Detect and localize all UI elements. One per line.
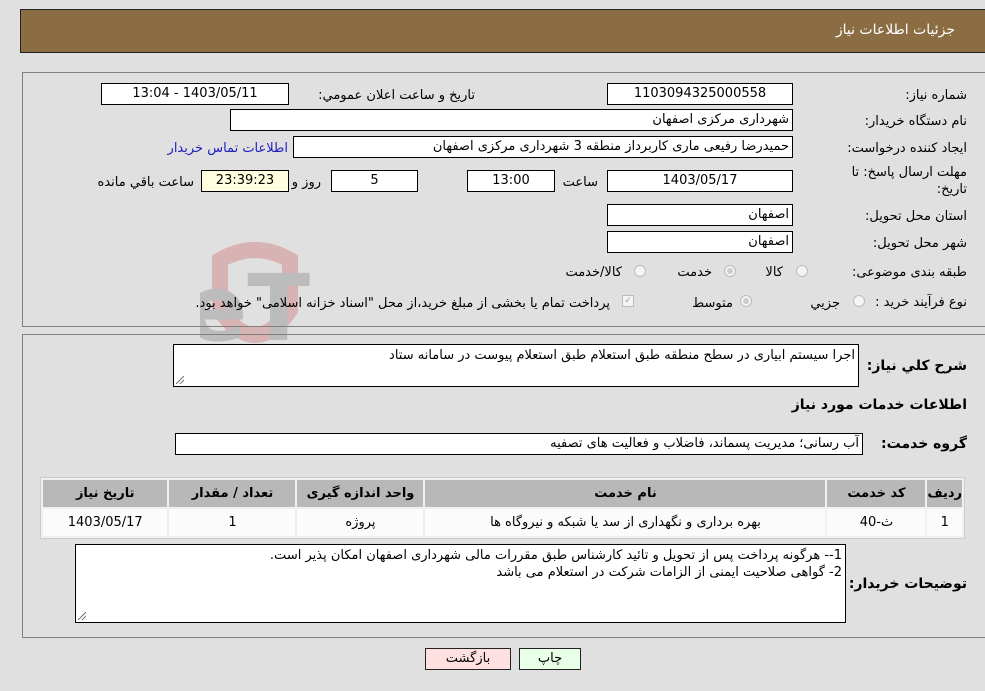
category-radio-goods-service[interactable] (634, 265, 646, 277)
purchase-option-medium: متوسط (692, 296, 733, 311)
page-header: جزئیات اطلاعات نیاز (20, 9, 985, 53)
buyer-contact-link[interactable]: اطلاعات تماس خریدار (168, 141, 288, 156)
remaining-time-field: 23:39:23 (201, 170, 289, 192)
buyer-org-field: شهرداری مرکزی اصفهان (230, 109, 793, 131)
purchase-option-minor: جزيي (810, 296, 840, 311)
city-field: اصفهان (607, 231, 793, 253)
back-button[interactable]: بازگشت (425, 648, 511, 670)
category-label: طبقه بندی موضوعی: (851, 265, 967, 280)
col-header-row-number: ردیف (927, 480, 962, 507)
category-option-goods-service: کالا/خدمت (565, 265, 622, 280)
category-option-service: خدمت (677, 265, 712, 280)
province-field: اصفهان (607, 204, 793, 226)
city-label: شهر محل تحویل: (872, 236, 967, 251)
purchase-type-label: نوع فرآیند خرید : (875, 295, 967, 310)
category-radio-service[interactable] (724, 265, 736, 277)
treasury-note: پرداخت تمام یا بخشی از مبلغ خرید،از محل … (195, 296, 610, 311)
requester-field: حمیدرضا رفیعی ماری کاربرداز منطقه 3 شهرد… (293, 136, 793, 158)
cell-unit: پروژه (297, 509, 424, 536)
requester-label: ایجاد کننده درخواست: (847, 141, 967, 156)
cell-service-name: بهره برداری و نگهداری از سد یا شبکه و نی… (425, 509, 826, 536)
purchase-radio-medium[interactable] (740, 295, 752, 307)
services-section-title: اطلاعات خدمات مورد نیاز (791, 397, 967, 413)
days-label: روز و (291, 175, 321, 190)
cell-service-code: ث-40 (827, 509, 926, 536)
cell-need-date: 1403/05/17 (43, 509, 168, 536)
days-remaining-field: 5 (331, 170, 418, 192)
services-table: ردیف کد خدمت نام خدمت واحد اندازه گیری ت… (40, 477, 965, 539)
cell-quantity: 1 (169, 509, 296, 536)
table-header-row: ردیف کد خدمت نام خدمت واحد اندازه گیری ت… (43, 480, 962, 507)
service-group-label: گروه خدمت: (881, 436, 967, 452)
buyer-org-label: نام دستگاه خریدار: (864, 114, 967, 129)
page-title: جزئیات اطلاعات نیاز (835, 22, 955, 38)
announce-datetime-label: تاریخ و ساعت اعلان عمومي: (318, 88, 475, 103)
need-number-field: 1103094325000558 (607, 83, 793, 105)
deadline-date-field: 1403/05/17 (607, 170, 793, 192)
col-header-need-date: تاریخ نیاز (43, 480, 168, 507)
print-button[interactable]: چاپ (519, 648, 581, 670)
buyer-notes-line-1: 1-- هرگونه پرداخت پس از تحویل و تائید کا… (269, 548, 842, 563)
deadline-label-line2: تاریخ: (936, 182, 967, 197)
resize-grip-icon[interactable] (176, 376, 184, 384)
resize-grip-icon[interactable] (78, 612, 86, 620)
category-radio-goods[interactable] (796, 265, 808, 277)
description-text: اجرا سیستم ابیاری در سطح منطقه طبق استعل… (389, 348, 855, 363)
cell-row-number: 1 (927, 509, 962, 536)
deadline-label-line1: مهلت ارسال پاسخ: تا (851, 165, 967, 180)
service-group-field: آب رسانی؛ مدیریت پسماند، فاضلاب و فعالیت… (175, 433, 863, 455)
col-header-unit: واحد اندازه گیری (297, 480, 424, 507)
need-number-label: شماره نیاز: (905, 88, 967, 103)
deadline-time-field: 13:00 (467, 170, 555, 192)
announce-datetime-field: 1403/05/11 - 13:04 (101, 83, 289, 105)
col-header-service-code: کد خدمت (827, 480, 926, 507)
buyer-notes-label: توضیحات خریدار: (848, 576, 967, 592)
treasury-checkbox[interactable]: ✓ (622, 295, 634, 307)
deadline-time-label: ساعت (562, 175, 598, 190)
province-label: استان محل تحویل: (865, 209, 967, 224)
category-option-goods: کالا (765, 265, 783, 280)
buyer-notes-line-2: 2- گواهی صلاحیت ایمنی از الزامات شرکت در… (496, 565, 842, 580)
table-row: 1 ث-40 بهره برداری و نگهداری از سد یا شب… (43, 509, 962, 536)
col-header-quantity: تعداد / مقدار (169, 480, 296, 507)
description-textarea[interactable]: اجرا سیستم ابیاری در سطح منطقه طبق استعل… (173, 344, 859, 387)
purchase-radio-minor[interactable] (853, 295, 865, 307)
description-label: شرح کلي نیاز: (866, 358, 967, 374)
col-header-service-name: نام خدمت (425, 480, 826, 507)
buyer-notes-textarea[interactable]: 1-- هرگونه پرداخت پس از تحویل و تائید کا… (75, 544, 846, 623)
remaining-time-label: ساعت باقي مانده (97, 175, 194, 190)
